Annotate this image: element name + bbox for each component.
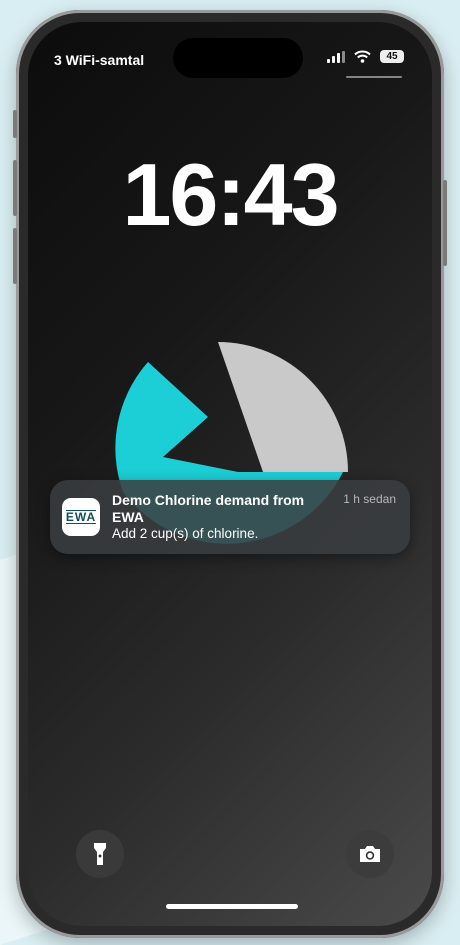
notification-title: Demo Chlorine demand from EWA [112,492,305,525]
flashlight-button[interactable] [76,830,124,878]
camera-button[interactable] [346,830,394,878]
camera-icon [360,846,380,862]
volume-down-button [13,228,17,284]
action-button [13,110,17,138]
carrier-label: 3 WiFi-samtal [54,52,145,68]
ewa-logo-wallpaper [115,342,348,544]
wifi-icon [354,50,371,63]
notification-card[interactable]: EWA Demo Chlorine demand from EWA 1 h se… [50,480,410,554]
signal-icon [327,50,345,63]
lock-screen: 3 WiFi-samtal 45 16:43 EWA Demo Chlorine… [28,22,432,926]
flashlight-icon [94,843,106,865]
volume-up-button [13,160,17,216]
lock-screen-time: 16:43 [122,145,339,244]
home-indicator[interactable] [166,904,298,909]
dynamic-island [173,38,303,78]
battery-icon: 45 [380,50,404,63]
notification-time: 1 h sedan [343,492,396,506]
status-icons: 45 [327,50,404,63]
status-indicator-line [346,76,402,78]
power-button [443,180,447,266]
ewa-app-icon: EWA [62,498,100,536]
notification-body: Add 2 cup(s) of chlorine. [112,526,259,541]
